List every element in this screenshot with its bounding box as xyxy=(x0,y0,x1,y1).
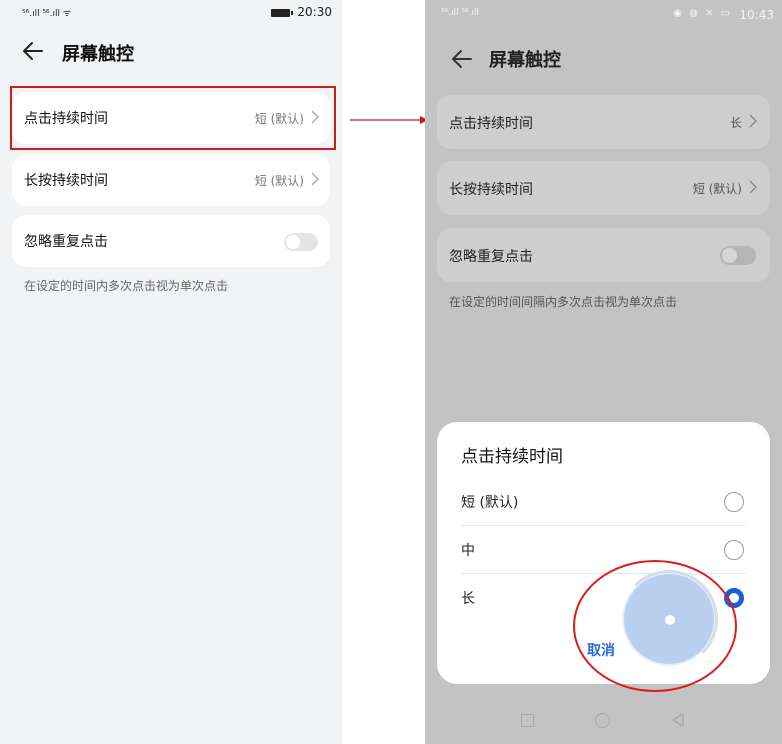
signal-icon: ⁵⁶.ıll ⁵⁶.ıll xyxy=(441,8,480,18)
status-time: 10:43 xyxy=(739,8,774,22)
radio-button[interactable] xyxy=(724,540,744,560)
back-arrow-icon[interactable] xyxy=(451,48,473,70)
highlight-box xyxy=(10,86,336,150)
home-icon[interactable] xyxy=(595,713,610,728)
row-label: 长按持续时间 xyxy=(24,173,108,189)
option-medium[interactable]: 中 xyxy=(437,526,770,574)
chevron-right-icon xyxy=(311,172,319,186)
row-label: 长按持续时间 xyxy=(449,182,533,198)
radio-button[interactable] xyxy=(724,492,744,512)
option-label: 长 xyxy=(461,591,475,607)
navigation-bar xyxy=(425,700,782,744)
status-time: 20:30 xyxy=(297,5,332,19)
ignore-repeat-hint: 在设定的时间间隔内多次点击视为单次点击 xyxy=(449,295,678,309)
page-title: 屏幕触控 xyxy=(489,50,561,71)
recent-apps-icon[interactable] xyxy=(521,714,534,727)
signal-icon: ⁵⁶.ıll ⁵⁶.ıll ᯤ xyxy=(22,9,72,19)
row-label: 忽略重复点击 xyxy=(24,234,108,250)
ignore-repeat-toggle[interactable] xyxy=(720,246,756,265)
row-label: 忽略重复点击 xyxy=(449,249,533,265)
ignore-repeat-toggle[interactable] xyxy=(284,233,318,251)
dialog-title: 点击持续时间 xyxy=(461,447,563,467)
option-label: 短 (默认) xyxy=(461,495,519,511)
back-arrow-icon[interactable] xyxy=(22,40,44,62)
option-short[interactable]: 短 (默认) xyxy=(437,478,770,526)
status-icons: ◉ ◍ ✕ ▭ xyxy=(673,8,732,19)
back-triangle-icon[interactable] xyxy=(671,712,685,728)
row-value: 短 (默认) xyxy=(254,174,304,188)
status-bar: ⁵⁶.ıll ⁵⁶.ıll ◉ ◍ ✕ ▭ 10:43 xyxy=(425,6,782,24)
chevron-right-icon xyxy=(749,180,757,194)
row-ignore-repeat-tap: 忽略重复点击 xyxy=(437,228,770,282)
battery-icon xyxy=(271,9,293,17)
phone-screen-after: ⁵⁶.ıll ⁵⁶.ıll ◉ ◍ ✕ ▭ 10:43 屏幕触控 点击持续时间 … xyxy=(425,0,782,744)
status-bar: ⁵⁶.ıll ⁵⁶.ıll ᯤ 20:30 xyxy=(0,4,342,22)
option-label: 中 xyxy=(461,543,475,559)
row-label: 点击持续时间 xyxy=(449,116,533,132)
row-long-press-duration[interactable]: 长按持续时间 短 (默认) xyxy=(12,154,330,206)
arrow-right-icon xyxy=(350,116,428,124)
row-value: 长 xyxy=(729,116,742,130)
row-value: 短 (默认) xyxy=(692,182,742,196)
highlight-ellipse xyxy=(573,560,737,692)
row-tap-duration[interactable]: 点击持续时间 长 xyxy=(437,95,770,149)
row-ignore-repeat-tap: 忽略重复点击 xyxy=(12,215,330,267)
row-long-press-duration[interactable]: 长按持续时间 短 (默认) xyxy=(437,161,770,215)
ignore-repeat-hint: 在设定的时间内多次点击视为单次点击 xyxy=(24,279,229,293)
page-title: 屏幕触控 xyxy=(62,44,134,65)
chevron-right-icon xyxy=(749,114,757,128)
